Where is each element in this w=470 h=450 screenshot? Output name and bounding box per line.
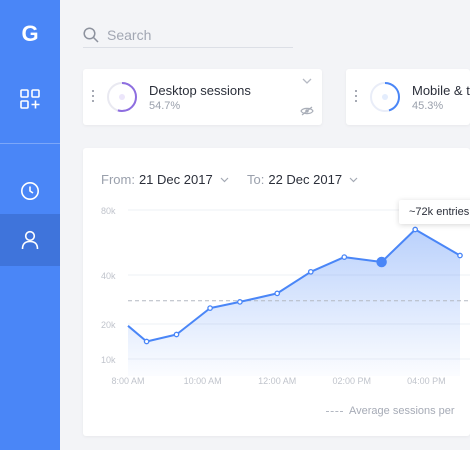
donut-progress [107, 82, 137, 112]
search-input[interactable] [107, 26, 277, 43]
x-tick-label: 12:00 AM [258, 376, 296, 386]
stat-card-mobile[interactable]: Mobile & t 45.3% [346, 69, 470, 125]
hidden-eye-icon[interactable] [300, 106, 314, 116]
sessions-chart-card: From: 21 Dec 2017 To: 22 Dec 2017 80k 40k… [83, 148, 470, 436]
highlighted-data-point[interactable] [376, 256, 387, 268]
apps-add-icon[interactable] [0, 78, 60, 120]
card-title: Mobile & t [412, 83, 470, 98]
drag-handle-icon[interactable] [92, 90, 94, 102]
x-tick-label: 02:00 PM [333, 376, 372, 386]
chevron-down-icon[interactable] [302, 78, 312, 84]
average-legend: Average sessions per [326, 405, 455, 417]
x-tick-label: 8:00 AM [111, 376, 144, 386]
y-tick-label: 40k [101, 271, 116, 281]
y-tick-label: 20k [101, 320, 116, 330]
data-point[interactable] [341, 254, 348, 260]
legend-dash [326, 410, 343, 412]
y-tick-label: 10k [101, 355, 116, 365]
x-tick-label: 10:00 AM [184, 376, 222, 386]
data-point[interactable] [237, 299, 243, 305]
search-bar [83, 22, 293, 48]
area-fill [128, 229, 460, 376]
clock-icon[interactable] [0, 170, 60, 212]
y-tick-label: 80k [101, 206, 116, 216]
sidebar: G [0, 0, 60, 450]
data-point[interactable] [143, 338, 150, 345]
legend-label: Average sessions per [349, 405, 455, 417]
user-icon[interactable] [0, 214, 60, 266]
donut-progress [370, 82, 400, 112]
data-point[interactable] [274, 290, 281, 297]
app-logo[interactable]: G [0, 14, 60, 54]
data-point[interactable] [412, 226, 419, 233]
stat-card-desktop[interactable]: Desktop sessions 54.7% [83, 69, 322, 125]
data-point[interactable] [173, 331, 180, 338]
data-point[interactable] [457, 252, 463, 259]
search-icon[interactable] [83, 26, 99, 43]
card-title: Desktop sessions [149, 83, 251, 98]
card-value: 45.3% [412, 100, 444, 112]
data-point[interactable] [207, 305, 213, 311]
data-point[interactable] [307, 268, 314, 275]
sidebar-divider [0, 143, 60, 144]
drag-handle-icon[interactable] [355, 90, 357, 102]
sessions-area-chart: 80k 40k 20k 10k 8:00 AM 10:00 AM 12:00 AM 02:0… [101, 206, 470, 386]
value-tooltip: ~72k entries [399, 200, 470, 224]
x-tick-label: 04:00 PM [407, 376, 446, 386]
card-value: 54.7% [149, 100, 181, 112]
